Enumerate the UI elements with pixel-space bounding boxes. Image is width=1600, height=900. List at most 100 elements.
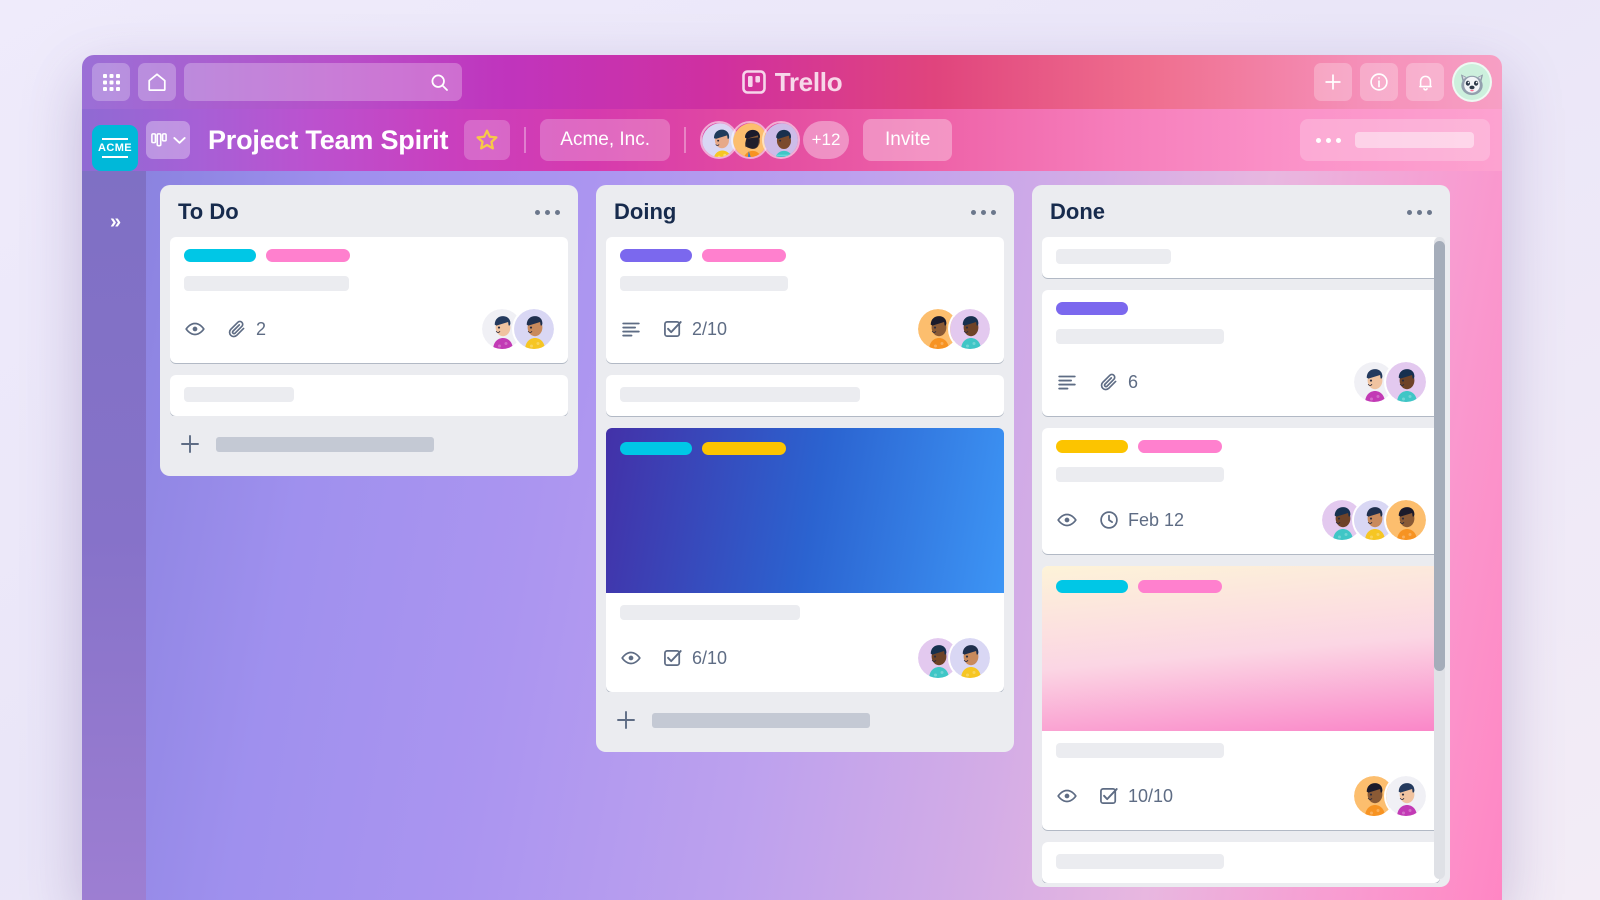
card-badge-checklist[interactable]: 6/10 [662, 647, 727, 669]
clock-icon [1098, 509, 1120, 531]
board-menu[interactable] [1300, 119, 1490, 161]
card-done-2[interactable]: 6 [1042, 290, 1440, 416]
card-title-placeholder [1056, 249, 1171, 264]
card-badge-paperclip[interactable]: 6 [1098, 371, 1138, 393]
card-avatar-h[interactable] [1386, 362, 1426, 402]
card-label[interactable] [1138, 580, 1222, 593]
plus-icon [1322, 71, 1344, 93]
ellipsis-icon [1316, 137, 1341, 143]
list-doing: Doing 2/10 6/10 [596, 185, 1014, 752]
card-avatar-m[interactable] [1386, 776, 1426, 816]
list-menu-button[interactable] [535, 209, 560, 215]
card-done-5[interactable] [1042, 842, 1440, 883]
card-members [1322, 500, 1426, 540]
card-members [918, 309, 990, 349]
workspace-logo[interactable]: ACME [92, 125, 138, 171]
card-avatar-f[interactable] [950, 638, 990, 678]
card-badge-checklist[interactable]: 2/10 [662, 318, 727, 340]
board-view-switcher[interactable] [146, 121, 190, 159]
divider-1 [524, 127, 527, 153]
description-icon [1056, 371, 1078, 393]
card-label[interactable] [1056, 440, 1128, 453]
eye-icon [620, 647, 642, 669]
card-list: 6 Feb 12 10/10 [1042, 237, 1440, 883]
card-todo-2[interactable] [170, 375, 568, 416]
board-menu-placeholder [1355, 132, 1474, 148]
list-done: Done 6 Feb 12 10/10 [1032, 185, 1450, 887]
bell-icon [1415, 72, 1436, 93]
card-badge-eye[interactable] [620, 647, 642, 669]
add-button[interactable] [1314, 63, 1352, 101]
card-meta: 2/10 [620, 309, 990, 349]
info-circle-icon [1368, 71, 1390, 93]
card-cover[interactable] [606, 428, 1004, 593]
card-badge-checklist[interactable]: 10/10 [1098, 785, 1173, 807]
star-board-button[interactable] [464, 120, 511, 160]
card-label[interactable] [1138, 440, 1222, 453]
card-label[interactable] [620, 442, 692, 455]
card-label[interactable] [702, 442, 786, 455]
list-scrollbar-thumb[interactable] [1434, 241, 1445, 671]
workspace-name[interactable]: Acme, Inc. [540, 119, 671, 161]
add-card-placeholder [216, 436, 434, 452]
plus-icon [178, 432, 202, 456]
card-body: 2 [170, 237, 568, 363]
list-menu-button[interactable] [971, 209, 996, 215]
add-card-button[interactable] [170, 416, 568, 472]
star-outline-icon [474, 127, 500, 153]
card-label[interactable] [1056, 580, 1128, 593]
card-avatar-b[interactable] [514, 309, 554, 349]
card-doing-1[interactable]: 2/10 [606, 237, 1004, 363]
search-input[interactable] [184, 63, 462, 101]
info-button[interactable] [1360, 63, 1398, 101]
card-doing-2[interactable] [606, 375, 1004, 416]
paperclip-icon [1098, 371, 1120, 393]
card-todo-1[interactable]: 2 [170, 237, 568, 363]
card-body: 2/10 [606, 237, 1004, 363]
card-labels [620, 249, 990, 262]
card-labels [1056, 302, 1426, 315]
card-cover[interactable] [1042, 566, 1440, 731]
account-avatar[interactable] [1452, 62, 1492, 102]
home-button[interactable] [138, 63, 176, 101]
card-badge-paperclip[interactable]: 2 [226, 318, 266, 340]
card-title-placeholder [1056, 854, 1224, 869]
member-avatar-3[interactable] [762, 121, 801, 159]
card-badge-text: 6 [1128, 371, 1139, 392]
notifications-button[interactable] [1406, 63, 1444, 101]
card-members [918, 638, 990, 678]
card-body: 6/10 [606, 593, 1004, 692]
apps-grid-button[interactable] [92, 63, 130, 101]
card-avatar-k[interactable] [1386, 500, 1426, 540]
sidebar-expand-button[interactable]: » [110, 211, 121, 234]
card-meta: 10/10 [1056, 776, 1426, 816]
member-overflow-badge[interactable]: +12 [803, 121, 850, 159]
list-menu-button[interactable] [1407, 209, 1432, 215]
search-icon [429, 72, 450, 93]
card-badge-eye[interactable] [1056, 785, 1078, 807]
acme-rule-bottom [102, 156, 128, 158]
card-badge-description[interactable] [1056, 371, 1078, 393]
card-avatar-d[interactable] [950, 309, 990, 349]
card-label[interactable] [1056, 302, 1128, 315]
board-columns-icon [150, 133, 167, 147]
card-body: 10/10 [1042, 731, 1440, 830]
card-label[interactable] [266, 249, 350, 262]
card-badge-eye[interactable] [1056, 509, 1078, 531]
card-members [1354, 776, 1426, 816]
add-card-button[interactable] [606, 692, 1004, 748]
card-badge-clock[interactable]: Feb 12 [1098, 509, 1184, 531]
card-badge-description[interactable] [620, 318, 642, 340]
card-label[interactable] [184, 249, 256, 262]
card-done-3[interactable]: Feb 12 [1042, 428, 1440, 554]
invite-button[interactable]: Invite [863, 119, 953, 161]
card-label[interactable] [620, 249, 692, 262]
card-body [1042, 842, 1440, 883]
card-done-1[interactable] [1042, 237, 1440, 278]
husky-avatar-icon [1455, 65, 1489, 99]
card-done-4[interactable]: 10/10 [1042, 566, 1440, 830]
card-badge-eye[interactable] [184, 318, 206, 340]
card-label[interactable] [702, 249, 786, 262]
card-doing-3[interactable]: 6/10 [606, 428, 1004, 692]
board-canvas: To Do 2 Doing 2/10 6/10 Done 6 Feb 12 10… [146, 171, 1502, 900]
